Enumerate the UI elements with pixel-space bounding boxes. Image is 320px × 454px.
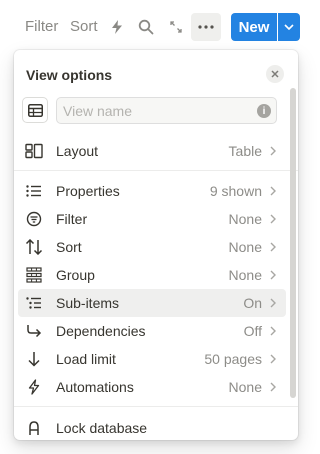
- row-label: Layout: [56, 143, 99, 159]
- sort-button[interactable]: Sort: [70, 18, 98, 36]
- chevron-right-icon: [266, 298, 280, 308]
- chevron-right-icon: [266, 326, 280, 336]
- sub-items-icon: [24, 293, 44, 313]
- database-toolbar: Filter Sort New: [0, 0, 312, 52]
- list-icon: [24, 181, 44, 201]
- view-options-panel: View options i Layout Table Properties 9…: [14, 50, 298, 440]
- row-label: Dependencies: [56, 323, 146, 339]
- row-sub-items[interactable]: Sub-items On: [18, 289, 286, 317]
- arrow-down-icon: [24, 349, 44, 369]
- row-dependencies[interactable]: Dependencies Off: [18, 317, 286, 345]
- sort-icon: [24, 237, 44, 257]
- row-properties[interactable]: Properties 9 shown: [18, 177, 286, 205]
- expand-icon[interactable]: [164, 15, 188, 39]
- row-label: Sort: [56, 239, 82, 255]
- row-value: 9 shown: [209, 183, 262, 199]
- lightning-icon[interactable]: [105, 15, 129, 39]
- layout-icon: [24, 141, 44, 161]
- lock-icon: [24, 418, 44, 438]
- row-sort[interactable]: Sort None: [18, 233, 286, 261]
- lightning-icon: [24, 377, 44, 397]
- chevron-right-icon: [266, 354, 280, 364]
- new-dropdown-button[interactable]: [278, 13, 300, 41]
- row-filter[interactable]: Filter None: [18, 205, 286, 233]
- divider: [14, 406, 298, 407]
- row-label: Properties: [56, 183, 120, 199]
- search-icon[interactable]: [134, 15, 158, 39]
- row-label: Group: [56, 267, 95, 283]
- chevron-right-icon: [266, 382, 280, 392]
- view-icon-button[interactable]: [22, 97, 48, 123]
- row-value: Off: [243, 323, 262, 339]
- close-icon: [271, 70, 279, 78]
- row-value: Table: [228, 143, 262, 159]
- row-label: Sub-items: [56, 295, 120, 311]
- row-value: On: [243, 295, 262, 311]
- view-name-input[interactable]: [56, 97, 277, 124]
- row-label: Automations: [56, 379, 134, 395]
- more-icon[interactable]: [191, 13, 221, 41]
- row-value: None: [228, 239, 262, 255]
- chevron-right-icon: [266, 146, 280, 156]
- row-value: 50 pages: [204, 351, 262, 367]
- row-load-limit[interactable]: Load limit 50 pages: [18, 345, 286, 373]
- table-icon: [27, 103, 43, 117]
- row-value: None: [228, 379, 262, 395]
- row-value: None: [228, 211, 262, 227]
- panel-title: View options: [26, 67, 113, 83]
- chevron-down-icon: [284, 24, 294, 30]
- dependencies-icon: [24, 321, 44, 341]
- row-label: Lock database: [56, 420, 148, 436]
- row-lock-database[interactable]: Lock database: [18, 414, 286, 440]
- row-layout[interactable]: Layout Table: [18, 137, 286, 165]
- group-icon: [24, 265, 44, 285]
- row-automations[interactable]: Automations None: [18, 373, 286, 401]
- chevron-right-icon: [266, 186, 280, 196]
- chevron-right-icon: [266, 214, 280, 224]
- new-button[interactable]: New: [231, 13, 277, 41]
- filter-button[interactable]: Filter: [25, 18, 58, 36]
- filter-icon: [24, 209, 44, 229]
- chevron-right-icon: [266, 242, 280, 252]
- chevron-right-icon: [266, 270, 280, 280]
- scrollbar[interactable]: [290, 88, 296, 398]
- row-group[interactable]: Group None: [18, 261, 286, 289]
- row-value: None: [228, 267, 262, 283]
- divider: [14, 170, 298, 171]
- row-label: Load limit: [56, 351, 116, 367]
- row-label: Filter: [56, 211, 88, 227]
- close-button[interactable]: [266, 65, 284, 83]
- info-icon[interactable]: i: [257, 104, 271, 118]
